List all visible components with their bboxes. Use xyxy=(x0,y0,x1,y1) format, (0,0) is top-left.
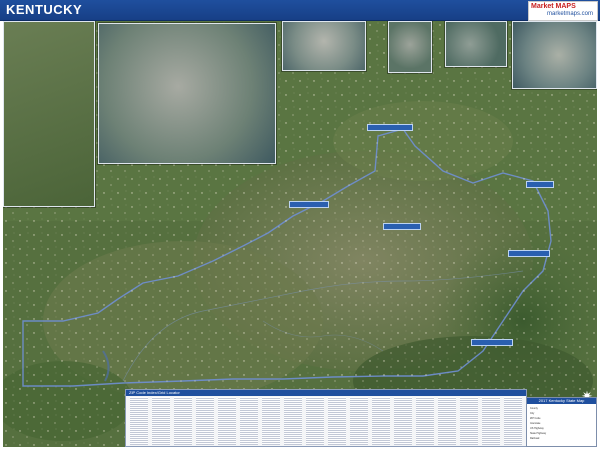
city-label xyxy=(289,201,329,208)
zip-index-column xyxy=(482,397,500,445)
logo-brand: Market MAPS xyxy=(531,3,576,10)
zip-index-column xyxy=(460,397,478,445)
zip-index-column xyxy=(438,397,456,445)
legend-row: ZIP Code xyxy=(530,417,541,420)
zip-index-column xyxy=(416,397,434,445)
zip-index-column xyxy=(328,397,346,445)
map-legend: 2017 Kentucky State Map County City ZIP … xyxy=(526,397,597,447)
legend-row: County xyxy=(530,407,538,410)
legend-title: 2017 Kentucky State Map xyxy=(527,398,596,404)
city-label xyxy=(367,124,413,131)
inset-top-3[interactable] xyxy=(388,21,432,73)
legend-row: State Highway xyxy=(530,432,547,435)
zip-index-title: ZIP Code Index/Grid Locator xyxy=(126,390,526,396)
legend-row: City xyxy=(530,412,535,415)
zip-index-column xyxy=(196,397,214,445)
inset-top-1[interactable] xyxy=(98,23,276,164)
city-label xyxy=(383,223,421,230)
logo-subtext: marketmaps.com xyxy=(547,11,594,17)
zip-index-column xyxy=(372,397,390,445)
zip-index-column xyxy=(284,397,302,445)
inset-top-5[interactable] xyxy=(512,21,597,89)
zip-index-column xyxy=(504,397,522,445)
zip-index-column xyxy=(394,397,412,445)
satellite-map[interactable]: ✷ xyxy=(3,21,597,447)
city-label xyxy=(471,339,513,346)
inset-top-2[interactable] xyxy=(282,21,366,71)
zip-index-column xyxy=(306,397,324,445)
zip-index-column xyxy=(218,397,236,445)
inset-top-4[interactable] xyxy=(445,21,507,67)
legend-row: Railroad xyxy=(530,437,540,440)
market-maps-logo: Market MAPS marketmaps.com xyxy=(528,1,598,21)
legend-row: US Highway xyxy=(530,427,544,430)
map-title: KENTUCKY xyxy=(6,2,83,17)
zip-index-column xyxy=(174,397,192,445)
inset-large-left[interactable] xyxy=(3,21,95,207)
zip-code-index: ZIP Code Index/Grid Locator xyxy=(125,389,527,447)
zip-index-column xyxy=(130,397,148,445)
zip-index-column xyxy=(240,397,258,445)
title-bar: KENTUCKY Market MAPS marketmaps.com xyxy=(0,0,600,21)
zip-index-column xyxy=(350,397,368,445)
city-label xyxy=(508,250,550,257)
city-label xyxy=(526,181,554,188)
zip-index-column xyxy=(262,397,280,445)
zip-index-column xyxy=(152,397,170,445)
legend-row: Interstate xyxy=(530,422,541,425)
